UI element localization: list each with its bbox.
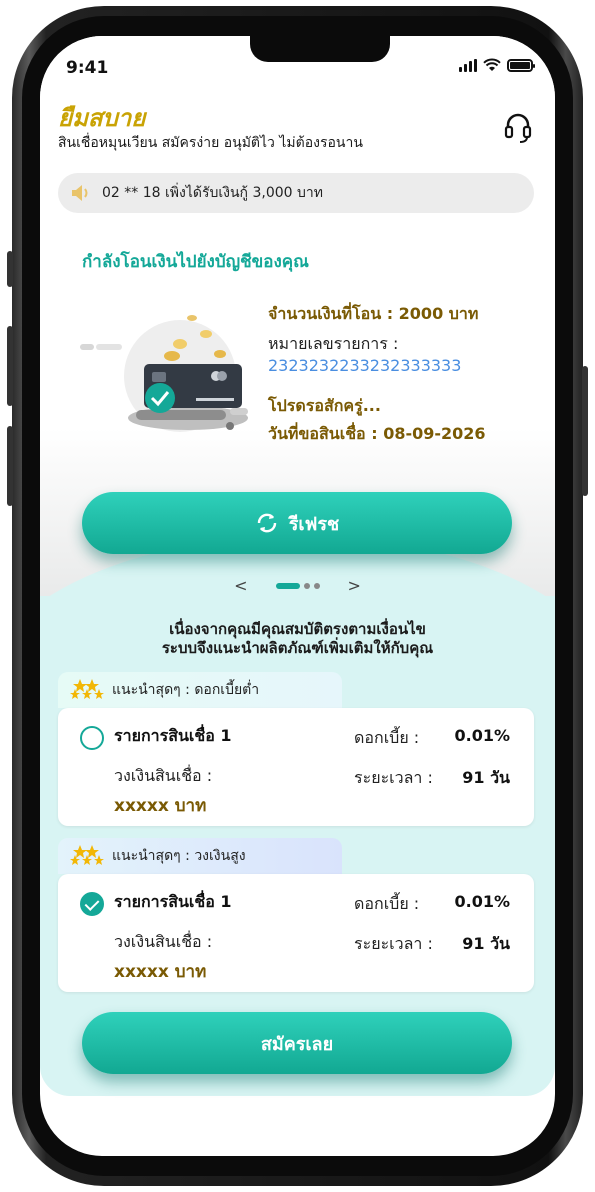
transfer-title: กำลังโอนเงินไปยังบัญชีของคุณ	[82, 252, 309, 272]
battery-icon	[507, 58, 535, 72]
apply-button[interactable]: สมัครเลย	[82, 1012, 512, 1074]
loan-select-radio[interactable]	[80, 726, 104, 750]
ticker-text: 02 ** 18 เพิ่งได้รับเงินกู้ 3,000 บาท	[102, 185, 323, 201]
loan-term: 91 วัน	[462, 934, 510, 953]
pager-dots	[275, 582, 320, 589]
headset-icon[interactable]	[503, 112, 533, 146]
status-time: 9:41	[66, 58, 109, 78]
loan-rate: 0.01%	[454, 726, 510, 745]
announcement-ticker: 02 ** 18 เพิ่งได้รับเงินกู้ 3,000 บาท	[58, 173, 534, 213]
loan-limit: xxxxx บาท	[114, 796, 207, 816]
signal-icon	[459, 58, 477, 72]
transfer-amount: จำนวนเงินที่โอน : 2000 บาท	[268, 304, 479, 323]
loan-term-label: ระยะเวลา :	[354, 934, 433, 953]
pager-dot[interactable]	[303, 582, 310, 589]
refresh-button[interactable]: รีเฟรช	[82, 492, 512, 554]
loan-term: 91 วัน	[462, 768, 510, 787]
recommendation-line-2: ระบบจึงแนะนำผลิตภัณฑ์เพิ่มเติมให้กับคุณ	[161, 639, 434, 657]
loan-name: รายการสินเชื่อ 1	[114, 892, 232, 911]
stars-icon	[70, 845, 104, 865]
refresh-label: รีเฟรช	[288, 513, 340, 535]
pager-dot-active[interactable]	[275, 582, 300, 589]
mute-switch	[7, 251, 13, 287]
loan-tag-label: แนะนำสุดๆ : ดอกเบี้ยต่ำ	[112, 682, 260, 698]
loan-term-label: ระยะเวลา :	[354, 768, 433, 787]
stars-icon	[70, 679, 104, 699]
refresh-icon	[257, 513, 276, 533]
volume-up-button	[7, 326, 13, 406]
speaker-icon	[72, 185, 88, 201]
loan-rate-label: ดอกเบี้ย :	[354, 728, 420, 747]
loan-limit-label: วงเงินสินเชื่อ :	[114, 932, 213, 951]
reference-number[interactable]: 2323232233232333333	[268, 356, 461, 375]
loan-select-radio[interactable]	[80, 892, 104, 916]
carousel-pager: < >	[40, 576, 555, 595]
loan-name: รายการสินเชื่อ 1	[114, 726, 232, 745]
loan-tag-low-interest: แนะนำสุดๆ : ดอกเบี้ยต่ำ	[58, 672, 342, 708]
recommendation-line-1: เนื่องจากคุณมีคุณสมบัติตรงตามเงื่อนไข	[169, 620, 426, 638]
loan-rate: 0.01%	[454, 892, 510, 911]
loan-limit-label: วงเงินสินเชื่อ :	[114, 766, 213, 785]
volume-down-button	[7, 426, 13, 506]
wait-message: โปรดรอสักครู่...	[268, 396, 381, 415]
loan-rate-label: ดอกเบี้ย :	[354, 894, 420, 913]
pager-next-button[interactable]: >	[348, 576, 361, 595]
wifi-icon	[483, 58, 501, 71]
app-screen: 9:41 ยืมสบาย สินเชื่อหมุนเวียน สมัครง่าย…	[40, 36, 555, 1156]
loan-card[interactable]: รายการสินเชื่อ 1 ดอกเบี้ย : 0.01% วงเงิน…	[58, 708, 534, 826]
tagline: สินเชื่อหมุนเวียน สมัครง่าย อนุมัติไว ไม…	[58, 135, 363, 151]
loan-tag-label: แนะนำสุดๆ : วงเงินสูง	[112, 848, 246, 864]
card-transfer-illustration	[80, 315, 248, 432]
reference-label: หมายเลขรายการ :	[268, 334, 399, 353]
pager-dot[interactable]	[313, 582, 320, 589]
loan-card[interactable]: รายการสินเชื่อ 1 ดอกเบี้ย : 0.01% วงเงิน…	[58, 874, 534, 992]
power-button	[582, 366, 588, 496]
request-date: วันที่ขอสินเชื่อ : 08-09-2026	[268, 424, 486, 443]
loan-limit: xxxxx บาท	[114, 962, 207, 982]
notch	[250, 36, 390, 62]
recommendation-text: เนื่องจากคุณมีคุณสมบัติตรงตามเงื่อนไข ระ…	[40, 620, 555, 658]
status-icons	[459, 58, 535, 72]
apply-label: สมัครเลย	[260, 1033, 334, 1055]
pager-prev-button[interactable]: <	[234, 576, 247, 595]
loan-tag-high-limit: แนะนำสุดๆ : วงเงินสูง	[58, 838, 342, 874]
